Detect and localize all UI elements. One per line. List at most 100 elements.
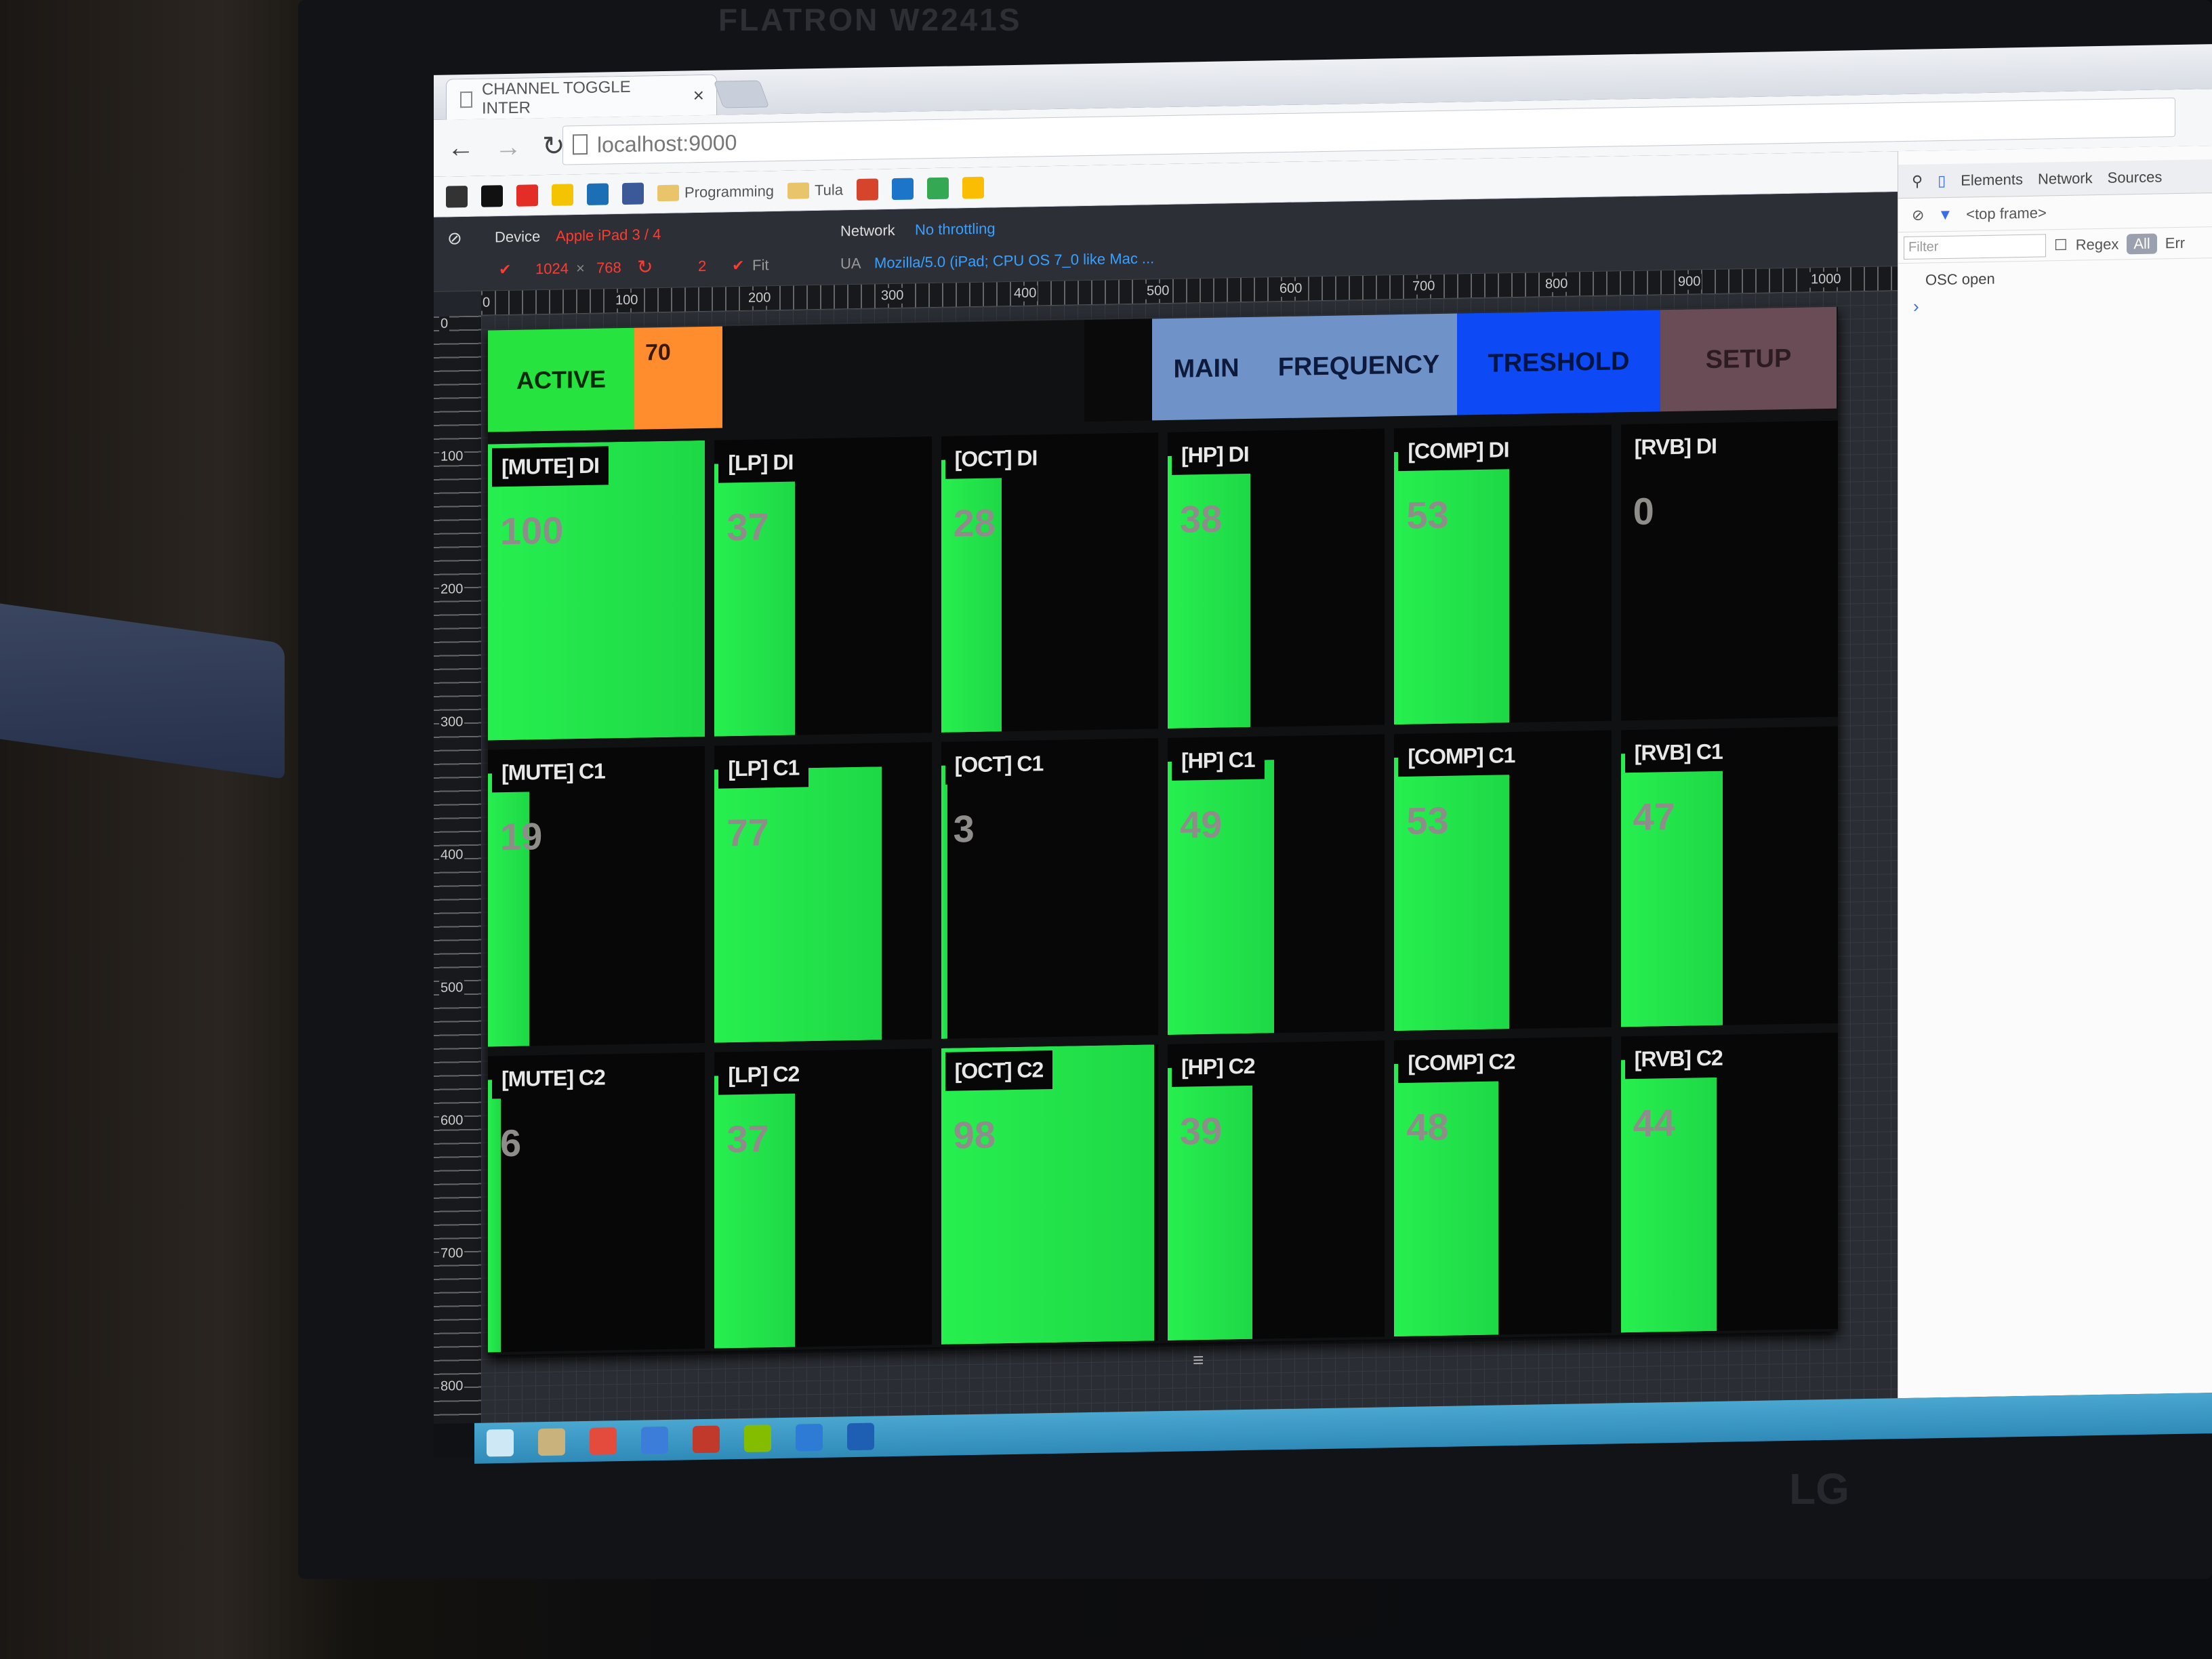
- bookmark-folder[interactable]: Tula: [787, 181, 843, 199]
- inspect-icon[interactable]: ⚲: [1912, 172, 1923, 190]
- channel-cell[interactable]: [COMP] C2 48: [1394, 1036, 1612, 1337]
- channel-cell[interactable]: [MUTE] C2 6: [488, 1052, 705, 1353]
- clear-icon[interactable]: ⊘: [1912, 206, 1924, 224]
- level-bar: [714, 462, 795, 737]
- browser-tab[interactable]: CHANNEL TOGGLE INTER ×: [446, 74, 717, 120]
- new-tab-button[interactable]: [713, 80, 770, 108]
- channel-value: 0: [1633, 489, 1654, 533]
- device-icon[interactable]: ▯: [1938, 171, 1946, 189]
- drive-icon[interactable]: [962, 176, 985, 199]
- youtube-icon[interactable]: [516, 184, 538, 207]
- devtools-tab[interactable]: Network: [2038, 169, 2093, 188]
- bpm-value[interactable]: 70: [634, 326, 722, 430]
- explorer-icon[interactable]: [538, 1428, 565, 1456]
- level-bar: [1394, 1062, 1499, 1337]
- device-label: Device: [495, 228, 541, 246]
- channel-cell[interactable]: [OCT] DI 28: [941, 432, 1158, 733]
- level-all-button[interactable]: All: [2127, 233, 2157, 254]
- forward-icon[interactable]: →: [495, 131, 522, 163]
- tab-setup[interactable]: SETUP: [1660, 306, 1837, 412]
- channel-value: 37: [726, 505, 769, 549]
- network-select[interactable]: No throttling: [915, 220, 996, 239]
- ruler-tick-label: 200: [747, 290, 773, 306]
- rotate-icon[interactable]: ↻: [637, 255, 653, 278]
- channel-cell[interactable]: [HP] DI 38: [1168, 428, 1385, 729]
- spotify-icon[interactable]: [744, 1425, 771, 1452]
- app-red-icon[interactable]: [857, 178, 879, 201]
- channel-label: [RVB] C1: [1624, 732, 1732, 773]
- channel-cell[interactable]: [RVB] C2 44: [1620, 1032, 1838, 1333]
- channel-cell[interactable]: [HP] C2 39: [1168, 1040, 1385, 1340]
- channel-cell[interactable]: [MUTE] DI 100: [488, 440, 705, 741]
- channel-label: [LP] C1: [718, 748, 809, 789]
- z-bookmark-icon[interactable]: [446, 185, 468, 208]
- ruler-tick-label: 100: [614, 292, 640, 309]
- tab-threshold[interactable]: TRESHOLD: [1457, 310, 1660, 415]
- channel-cell[interactable]: [COMP] DI 53: [1394, 424, 1612, 725]
- scale-field[interactable]: 2: [698, 258, 706, 275]
- regex-checkbox[interactable]: ☐: [2054, 236, 2068, 253]
- tab-frequency[interactable]: FREQUENCY: [1261, 313, 1457, 419]
- channel-cell[interactable]: [COMP] C1 53: [1394, 730, 1612, 1031]
- media-icon[interactable]: [693, 1425, 720, 1454]
- width-field[interactable]: 1024: [535, 260, 569, 278]
- tab-main[interactable]: MAIN: [1152, 316, 1261, 421]
- no-entry-icon[interactable]: ⊘: [447, 228, 462, 249]
- channel-value: 37: [726, 1116, 769, 1161]
- channel-cell[interactable]: [RVB] C1 47: [1620, 726, 1838, 1027]
- channel-cell[interactable]: [OCT] C1 3: [941, 738, 1158, 1039]
- tool-icon[interactable]: [796, 1423, 823, 1452]
- channel-cell[interactable]: [MUTE] C1 19: [488, 746, 705, 1047]
- chart-app-icon[interactable]: [847, 1422, 874, 1451]
- level-bar: [1620, 752, 1723, 1027]
- fit-check-icon[interactable]: ✔: [732, 257, 744, 274]
- channel-value: 49: [1180, 802, 1223, 847]
- regex-label: Regex: [2075, 235, 2119, 253]
- channel-cell[interactable]: [LP] DI 37: [714, 436, 932, 737]
- dk-bookmark-icon[interactable]: [552, 183, 573, 206]
- filter-input[interactable]: Filter: [1904, 233, 2046, 260]
- ua-field[interactable]: Mozilla/5.0 (iPad; CPU OS 7_0 like Mac .…: [874, 249, 1154, 272]
- channel-value: 39: [1180, 1109, 1223, 1153]
- channel-label: [MUTE] C2: [492, 1057, 615, 1099]
- app-icon[interactable]: [641, 1426, 668, 1454]
- nav-tabs: MAIN FREQUENCY TRESHOLD SETUP: [1152, 306, 1837, 421]
- ruler-tick-label: 700: [439, 1246, 465, 1262]
- height-field[interactable]: 768: [596, 259, 621, 277]
- channel-label: [OCT] DI: [945, 438, 1047, 479]
- devtools-tab[interactable]: Elements: [1961, 170, 2023, 189]
- devtools-tab[interactable]: Sources: [2108, 168, 2163, 186]
- tab-close-icon[interactable]: ×: [693, 84, 704, 106]
- level-errors-button[interactable]: Err: [2165, 234, 2185, 252]
- active-button[interactable]: ACTIVE: [488, 327, 634, 432]
- fit-label: Fit: [752, 256, 769, 274]
- ruler-tick-label: 900: [1677, 274, 1702, 290]
- bookmark-folder[interactable]: Programming: [657, 182, 774, 202]
- level-bar: [1168, 1066, 1252, 1340]
- channel-cell[interactable]: [HP] C1 49: [1168, 734, 1385, 1035]
- trello-icon[interactable]: [587, 182, 609, 205]
- app-map-icon[interactable]: [927, 177, 949, 199]
- frame-select[interactable]: <top frame>: [1966, 204, 2047, 223]
- n-bookmark-icon[interactable]: [481, 184, 503, 207]
- resize-handle[interactable]: ≡: [1193, 1349, 1204, 1371]
- channel-cell[interactable]: [OCT] C2 98: [941, 1044, 1158, 1345]
- chrome-icon[interactable]: [590, 1427, 617, 1455]
- filter-icon[interactable]: ▼: [1938, 205, 1952, 223]
- device-emulation-area: ⊘ Device Apple iPad 3 / 4 ✔ 1024 × 768 ↻…: [434, 192, 1898, 1424]
- channel-cell[interactable]: [RVB] DI 0: [1620, 420, 1838, 721]
- facebook-icon[interactable]: [622, 182, 644, 205]
- device-select[interactable]: Apple iPad 3 / 4: [556, 226, 661, 245]
- reload-icon[interactable]: ↻: [542, 131, 565, 163]
- ruler-tick-label: 300: [439, 714, 465, 731]
- back-icon[interactable]: ←: [447, 132, 474, 163]
- check-icon[interactable]: ✔: [499, 261, 511, 279]
- channel-label: [HP] DI: [1172, 434, 1258, 475]
- channel-cell[interactable]: [LP] C2 37: [714, 1048, 932, 1349]
- start-icon[interactable]: [487, 1429, 514, 1457]
- level-bar: [941, 765, 948, 1039]
- channel-cell[interactable]: [LP] C1 77: [714, 742, 932, 1043]
- bookmark-folder-label: Tula: [815, 180, 844, 199]
- console-prompt[interactable]: ›: [1913, 296, 1919, 317]
- app-blue-icon[interactable]: [892, 178, 914, 200]
